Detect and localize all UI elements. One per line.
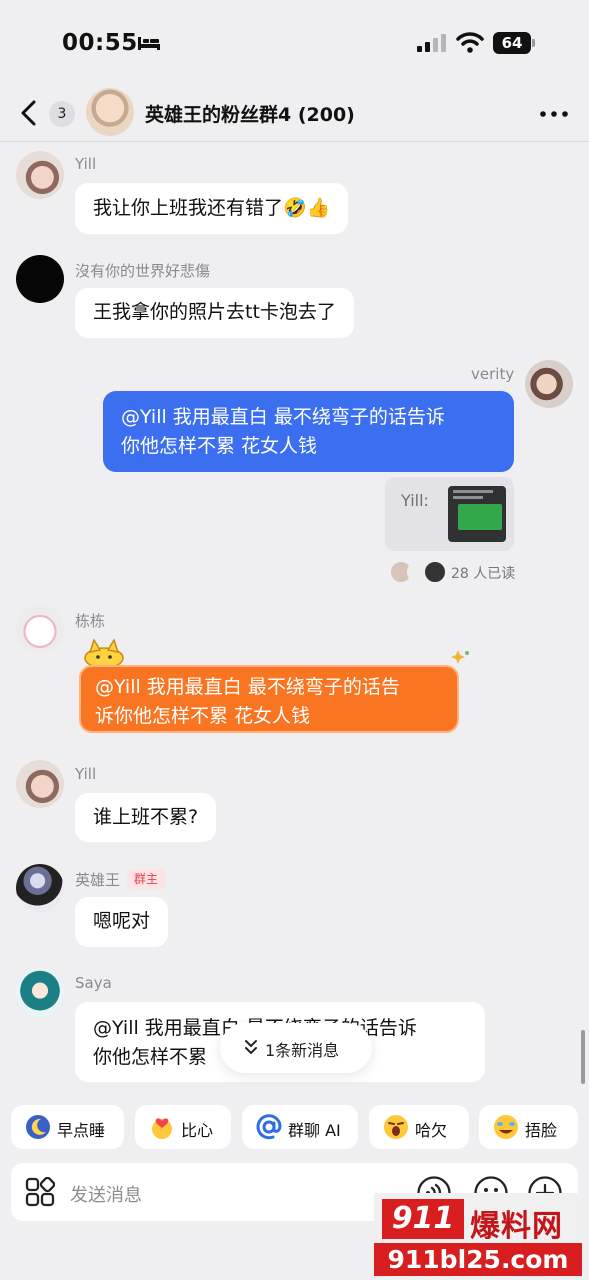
sender-name: Yill — [75, 155, 97, 173]
battery-icon: 64 — [493, 32, 535, 54]
quick-reply-button[interactable]: 比心 — [135, 1105, 231, 1149]
cat-sticker-icon — [84, 638, 124, 668]
scrollbar[interactable] — [581, 1030, 585, 1084]
moon-emoji-icon — [26, 1115, 50, 1139]
message-bubble[interactable]: 王我拿你的照片去tt卡泡去了 — [75, 288, 354, 338]
double-chevron-down-icon — [245, 1040, 257, 1055]
message-line: @Yill 我用最直白 最不绕弯子的话告 — [95, 676, 400, 698]
quick-reply-button[interactable]: 哈欠 — [369, 1105, 469, 1149]
avatar[interactable] — [525, 360, 573, 408]
group-owner-badge: 群主 — [127, 869, 165, 889]
message-line: @Yill 我用最直白 最不绕弯子的话告诉 — [121, 406, 445, 428]
watermark-logo: 911 爆料网 — [374, 1193, 582, 1245]
group-avatar[interactable] — [86, 88, 134, 136]
sender-name: 沒有你的世界好悲傷 — [75, 262, 211, 280]
watermark-number: 911 — [382, 1199, 464, 1239]
sender-name: Saya — [75, 974, 112, 992]
quick-reply-button[interactable]: 捂脸 — [479, 1105, 578, 1149]
unread-count-badge[interactable]: 3 — [49, 101, 75, 127]
message-bubble[interactable]: 嗯呢对 — [75, 897, 169, 947]
quick-reply-label: 哈欠 — [415, 1121, 448, 1140]
more-options-icon[interactable] — [538, 104, 570, 124]
quick-reply-label: 群聊 AI — [288, 1121, 341, 1140]
avatar[interactable] — [16, 255, 64, 303]
message-input[interactable]: 发送消息 — [70, 1181, 142, 1207]
status-time: 00:55 — [62, 30, 138, 56]
message-line: 你他怎样不累 花女人钱 — [121, 435, 318, 457]
group-title[interactable]: 英雄王的粉丝群4 (200) — [145, 100, 355, 127]
at-sign-icon — [256, 1114, 282, 1140]
avatar[interactable] — [16, 605, 64, 653]
message-line: 诉你他怎样不累 花女人钱 — [95, 705, 311, 727]
quick-reply-label: 比心 — [181, 1121, 214, 1140]
apps-grid-icon[interactable] — [25, 1177, 55, 1207]
read-receipt[interactable]: 28 人已读 — [451, 563, 515, 583]
quick-reply-label: 捂脸 — [525, 1121, 558, 1140]
avatar[interactable] — [16, 969, 64, 1017]
status-bar: 00:55 64 — [0, 0, 589, 88]
quick-reply-button[interactable]: 群聊 AI — [242, 1105, 358, 1149]
sender-name: 栋栋 — [75, 612, 106, 630]
reader-avatars[interactable] — [390, 561, 450, 583]
avatar[interactable] — [16, 864, 64, 912]
facepalm-emoji-icon — [494, 1115, 518, 1139]
watermark-text: 爆料网 — [470, 1209, 563, 1244]
wifi-icon — [456, 32, 484, 53]
avatar[interactable] — [16, 151, 64, 199]
quoted-message[interactable]: Yill: — [385, 477, 514, 551]
message-bubble[interactable]: 我让你上班我还有错了🤣👍 — [75, 183, 349, 234]
yawn-emoji-icon — [384, 1115, 408, 1139]
battery-level: 64 — [493, 32, 531, 54]
sleep-focus-icon — [138, 37, 160, 50]
new-messages-button[interactable]: 1条新消息 — [220, 1023, 372, 1073]
watermark-domain: 911bl25.com — [374, 1243, 582, 1276]
sender-name: 英雄王 — [75, 871, 121, 889]
sparkle-icon — [451, 650, 469, 664]
new-messages-label: 1条新消息 — [265, 1041, 340, 1060]
quoted-screenshot-thumbnail[interactable] — [448, 486, 506, 542]
cellular-signal-icon — [417, 34, 446, 52]
back-arrow-icon[interactable] — [18, 98, 40, 128]
sender-name: Yill — [75, 765, 97, 783]
sender-name: verity — [471, 365, 515, 383]
quick-reply-label: 早点睡 — [57, 1121, 106, 1140]
chat-header: 3 英雄王的粉丝群4 (200) — [0, 84, 589, 142]
message-bubble[interactable]: @Yill 我用最直白 最不绕弯子的话告 诉你他怎样不累 花女人钱 — [79, 665, 459, 733]
avatar[interactable] — [16, 760, 64, 808]
quote-sender: Yill: — [401, 491, 429, 510]
message-bubble[interactable]: @Yill 我用最直白 最不绕弯子的话告诉 你他怎样不累 花女人钱 — [103, 391, 514, 472]
message-bubble[interactable]: 谁上班不累? — [75, 793, 217, 842]
quick-reply-button[interactable]: 早点睡 — [11, 1105, 124, 1149]
heart-hands-emoji-icon — [152, 1118, 172, 1139]
